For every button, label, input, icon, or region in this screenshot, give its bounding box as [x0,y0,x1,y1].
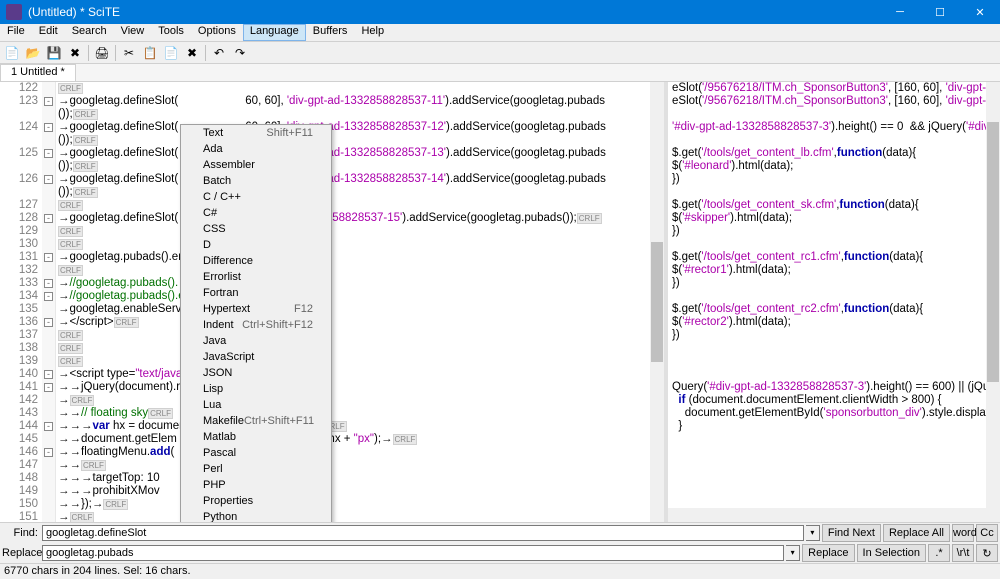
lang-css[interactable]: CSS [181,221,331,237]
tab-untitled[interactable]: 1 Untitled * [0,64,76,81]
menu-language[interactable]: Language [243,24,306,41]
lang-c-[interactable]: C# [181,205,331,221]
find-next-button[interactable]: Find Next [822,524,881,542]
regex-toggle[interactable]: .* [928,544,950,562]
scrollbar-vertical-right[interactable] [986,82,1000,522]
lang-difference[interactable]: Difference [181,253,331,269]
lang-makefile[interactable]: MakefileCtrl+Shift+F11 [181,413,331,429]
redo-icon[interactable]: ↷ [230,44,250,62]
replace-all-button[interactable]: Replace All [883,524,950,542]
replace-button[interactable]: Replace [802,544,854,562]
lang-ada[interactable]: Ada [181,141,331,157]
lang-batch[interactable]: Batch [181,173,331,189]
app-icon [6,4,22,20]
scrollbar-vertical[interactable] [650,82,664,522]
wrap-toggle[interactable]: ↻ [976,544,998,562]
language-menu-dropdown: TextShift+F11AdaAssemblerBatchC / C++C#C… [180,124,332,522]
find-label: Find: [2,527,40,539]
menu-help[interactable]: Help [354,24,391,41]
close-button[interactable]: ✕ [960,0,1000,24]
lang-perl[interactable]: Perl [181,461,331,477]
escape-toggle[interactable]: \r\t [952,544,974,562]
print-icon[interactable]: 🖨 [92,44,112,62]
replace-input[interactable] [42,545,784,561]
in-selection-button[interactable]: In Selection [857,544,926,562]
lang-java[interactable]: Java [181,333,331,349]
menu-bar: FileEditSearchViewToolsOptionsLanguageBu… [0,24,1000,42]
whole-word-toggle[interactable]: word [952,524,974,542]
lang-errorlist[interactable]: Errorlist [181,269,331,285]
menu-buffers[interactable]: Buffers [306,24,355,41]
lang-indent[interactable]: IndentCtrl+Shift+F12 [181,317,331,333]
cut-icon[interactable]: ✂ [119,44,139,62]
lang-text[interactable]: TextShift+F11 [181,125,331,141]
menu-edit[interactable]: Edit [32,24,65,41]
editor-pane-right[interactable]: eSlot('/95676218/ITM.ch_SponsorButton3',… [668,82,1000,522]
scrollbar-horizontal[interactable] [668,508,986,522]
menu-file[interactable]: File [0,24,32,41]
paste-icon[interactable]: 📄 [161,44,181,62]
menu-view[interactable]: View [114,24,152,41]
save-icon[interactable]: 💾 [44,44,64,62]
menu-search[interactable]: Search [65,24,114,41]
lang-fortran[interactable]: Fortran [181,285,331,301]
menu-options[interactable]: Options [191,24,243,41]
replace-history-dropdown[interactable]: ▾ [786,545,800,561]
title-bar: (Untitled) * SciTE ─ ☐ ✕ [0,0,1000,24]
menu-tools[interactable]: Tools [151,24,191,41]
status-bar: 6770 chars in 204 lines. Sel: 16 chars. [0,563,1000,579]
lang-php[interactable]: PHP [181,477,331,493]
close-file-icon[interactable]: ✖ [65,44,85,62]
lang-lisp[interactable]: Lisp [181,381,331,397]
lang-d[interactable]: D [181,237,331,253]
lang-lua[interactable]: Lua [181,397,331,413]
undo-icon[interactable]: ↶ [209,44,229,62]
lang-json[interactable]: JSON [181,365,331,381]
window-title: (Untitled) * SciTE [28,5,880,19]
lang-hypertext[interactable]: HypertextF12 [181,301,331,317]
lang-matlab[interactable]: Matlab [181,429,331,445]
lang-properties[interactable]: Properties [181,493,331,509]
editor-area: 1221231241251261271281291301311321331341… [0,82,1000,522]
copy-icon[interactable]: 📋 [140,44,160,62]
find-input[interactable] [42,525,804,541]
case-toggle[interactable]: Cc [976,524,998,542]
replace-label: Replace: [2,547,40,559]
fold-margin[interactable]: --------------- [42,82,56,522]
maximize-button[interactable]: ☐ [920,0,960,24]
toolbar: 📄 📂 💾 ✖ 🖨 ✂ 📋 📄 ✖ ↶ ↷ [0,42,1000,64]
open-icon[interactable]: 📂 [23,44,43,62]
lang-assembler[interactable]: Assembler [181,157,331,173]
tab-bar: 1 Untitled * [0,64,1000,82]
lang-c-c-[interactable]: C / C++ [181,189,331,205]
lang-javascript[interactable]: JavaScript [181,349,331,365]
find-replace-panel: Find: ▾ Find Next Replace All word Cc Re… [0,522,1000,563]
delete-icon[interactable]: ✖ [182,44,202,62]
editor-pane-left[interactable]: 1221231241251261271281291301311321331341… [0,82,668,522]
lang-python[interactable]: Python [181,509,331,522]
find-history-dropdown[interactable]: ▾ [806,525,820,541]
lang-pascal[interactable]: Pascal [181,445,331,461]
new-icon[interactable]: 📄 [2,44,22,62]
minimize-button[interactable]: ─ [880,0,920,24]
